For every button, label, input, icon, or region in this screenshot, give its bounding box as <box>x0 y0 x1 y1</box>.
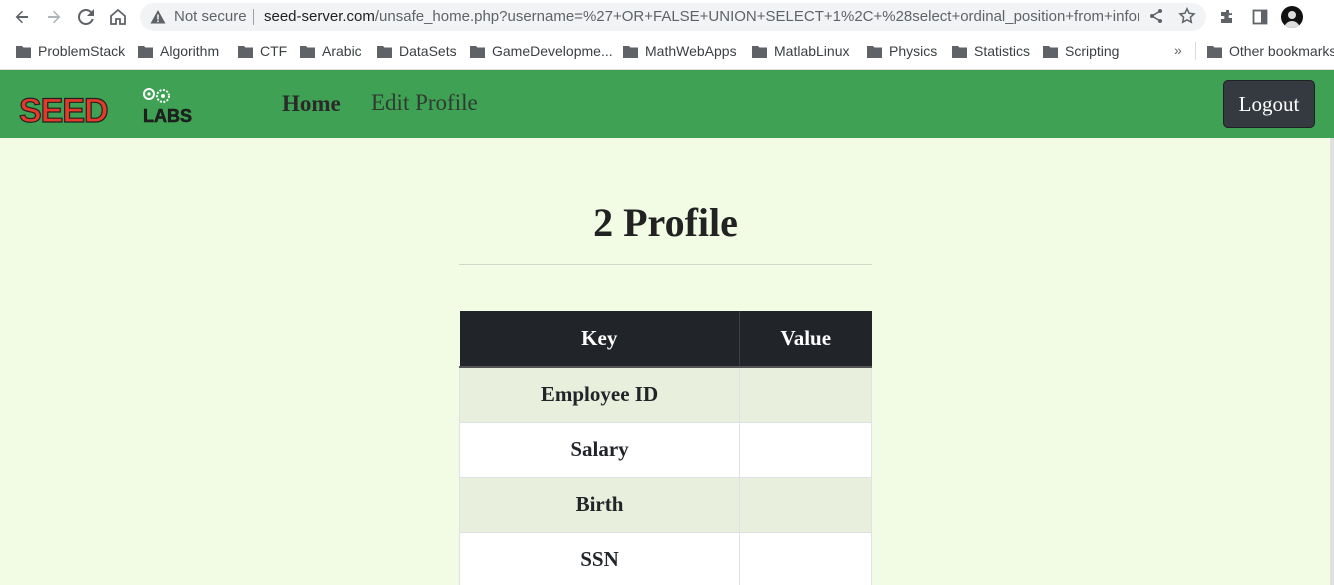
bookmarks-overflow-icon[interactable]: » <box>1174 42 1182 58</box>
home-icon[interactable] <box>106 5 130 29</box>
bookmarks-bar: ProblemStack Algorithm CTF Arabic DataSe… <box>0 36 1334 66</box>
bookmarks-divider <box>1195 42 1196 60</box>
row-key: Birth <box>459 476 740 533</box>
table-row: SSN <box>459 531 872 585</box>
page-scrollbar[interactable] <box>1330 138 1334 585</box>
table-row: Salary <box>459 421 872 478</box>
folder-icon <box>300 45 315 58</box>
other-bookmarks-label: Other bookmarks <box>1229 43 1334 59</box>
table-row: Employee ID <box>459 366 872 423</box>
row-value <box>739 531 872 585</box>
page-title: 2 Profile <box>593 200 738 245</box>
table-header-row: Key Value <box>459 311 872 368</box>
bookmark-folder[interactable]: MathWebApps <box>623 42 737 60</box>
bookmark-label: Statistics <box>974 43 1031 59</box>
bookmark-folder[interactable]: ProblemStack <box>16 42 125 60</box>
nav-home-link[interactable]: Home <box>282 91 341 117</box>
side-panel-icon[interactable] <box>1248 5 1272 29</box>
folder-icon <box>1207 45 1222 58</box>
bookmark-folder[interactable]: Algorithm <box>138 42 219 60</box>
svg-text:LABS: LABS <box>143 106 192 126</box>
row-value <box>739 366 872 423</box>
other-bookmarks[interactable]: Other bookmarks <box>1207 42 1334 60</box>
folder-icon <box>16 45 31 58</box>
browser-toolbar: Not secure seed-server.com/unsafe_home.p… <box>0 0 1334 34</box>
reload-icon[interactable] <box>74 5 98 29</box>
logout-button[interactable]: Logout <box>1223 80 1315 128</box>
bookmark-label: Physics <box>889 43 938 59</box>
svg-text:SEED: SEED <box>19 92 108 126</box>
bookmark-folder[interactable]: Statistics <box>952 42 1030 60</box>
folder-icon <box>138 45 153 58</box>
bookmark-folder[interactable]: DataSets <box>377 42 457 60</box>
bookmark-folder[interactable]: Physics <box>867 42 937 60</box>
folder-icon <box>623 45 638 58</box>
bookmark-label: Scripting <box>1065 43 1120 59</box>
profile-table: Key Value Employee ID Salary Birth SSN <box>459 311 872 585</box>
bookmark-label: Algorithm <box>160 43 220 59</box>
forward-icon[interactable] <box>42 5 66 29</box>
address-divider <box>253 9 254 25</box>
warning-icon[interactable] <box>150 9 166 30</box>
bookmark-star-icon[interactable] <box>1178 7 1196 30</box>
row-value <box>739 476 872 533</box>
seed-labs-logo[interactable]: SEED LABS <box>18 84 218 131</box>
row-key: SSN <box>459 531 740 585</box>
folder-icon <box>1043 45 1058 58</box>
bookmark-folder[interactable]: Scripting <box>1043 42 1119 60</box>
row-key: Employee ID <box>459 366 740 423</box>
app-navbar: SEED LABS Home Edit Profile Logout <box>0 70 1334 138</box>
bookmark-label: ProblemStack <box>38 43 126 59</box>
folder-icon <box>752 45 767 58</box>
row-value <box>739 421 872 478</box>
browser-chrome: Not secure seed-server.com/unsafe_home.p… <box>0 0 1334 70</box>
url-path: /unsafe_home.php?username=%27+OR+FALSE+U… <box>374 8 1139 25</box>
bookmark-label: MathWebApps <box>645 43 737 59</box>
security-label[interactable]: Not secure <box>174 8 247 25</box>
bookmark-label: MatlabLinux <box>774 43 850 59</box>
bookmark-label: GameDevelopme... <box>492 43 613 59</box>
url-host: seed-server.com <box>264 8 375 25</box>
title-divider <box>459 264 872 265</box>
folder-icon <box>238 45 253 58</box>
bookmark-folder[interactable]: MatlabLinux <box>752 42 850 60</box>
header-key: Key <box>459 311 740 368</box>
table-row: Birth <box>459 476 872 533</box>
header-value: Value <box>739 311 872 368</box>
bookmark-label: DataSets <box>399 43 457 59</box>
share-icon[interactable] <box>1148 8 1164 29</box>
address-bar[interactable]: Not secure seed-server.com/unsafe_home.p… <box>140 3 1206 31</box>
bookmark-folder[interactable]: GameDevelopme... <box>470 42 613 60</box>
extensions-icon[interactable] <box>1216 5 1240 29</box>
profile-avatar[interactable] <box>1281 6 1303 28</box>
nav-edit-profile-link[interactable]: Edit Profile <box>371 90 478 116</box>
url-text[interactable]: seed-server.com/unsafe_home.php?username… <box>264 8 1139 25</box>
folder-icon <box>952 45 967 58</box>
folder-icon <box>867 45 882 58</box>
bookmark-folder[interactable]: CTF <box>238 42 287 60</box>
folder-icon <box>377 45 392 58</box>
row-key: Salary <box>459 421 740 478</box>
folder-icon <box>470 45 485 58</box>
back-icon[interactable] <box>10 5 34 29</box>
bookmark-label: Arabic <box>322 43 362 59</box>
bookmark-label: CTF <box>260 43 288 59</box>
bookmark-folder[interactable]: Arabic <box>300 42 362 60</box>
